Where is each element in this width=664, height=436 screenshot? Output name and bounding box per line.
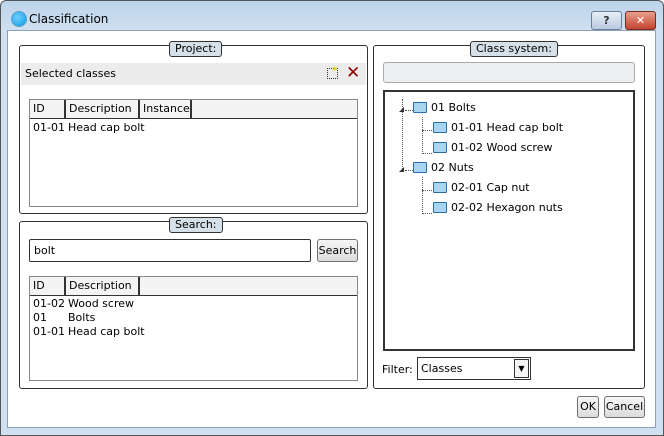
folder-icon (433, 122, 447, 133)
help-button[interactable]: ? (591, 11, 622, 30)
node-label: 02-02 Hexagon nuts (451, 201, 563, 214)
new-class-icon[interactable]: ✶ (327, 65, 339, 79)
tree-node-01-01[interactable]: 01-01 Head cap bolt (433, 120, 563, 136)
cell-description: Wood screw (68, 297, 134, 310)
column-header-id[interactable]: ID (30, 277, 66, 296)
delete-icon[interactable]: ✕ (346, 63, 360, 83)
folder-icon (433, 182, 447, 193)
class-system-group: Class system: 01 Bolts 01-01 Head cap bo… (373, 41, 645, 389)
cell-description: Head cap bolt (68, 325, 145, 338)
folder-icon (433, 202, 447, 213)
tree-node-01-bolts[interactable]: 01 Bolts (413, 100, 476, 116)
node-label: 01 Bolts (431, 101, 476, 114)
folder-icon (413, 162, 427, 173)
cell-id: 01-02 (33, 297, 65, 310)
chevron-down-icon[interactable]: ▼ (514, 359, 529, 378)
cancel-button[interactable]: Cancel (604, 396, 645, 418)
cell-id: 01 (33, 311, 47, 324)
app-icon (11, 11, 27, 27)
class-system-label: Class system: (470, 41, 558, 57)
project-label: Project: (169, 41, 223, 57)
filter-select[interactable]: Classes ▼ (417, 357, 531, 380)
folder-icon (413, 102, 427, 113)
tree-node-02-nuts[interactable]: 02 Nuts (413, 160, 474, 176)
tree-node-01-02[interactable]: 01-02 Wood screw (433, 140, 552, 156)
tree-node-02-01[interactable]: 02-01 Cap nut (433, 180, 530, 196)
project-group: Project: Selected classes ✶ ✕ ID Descrip… (19, 41, 368, 214)
class-path-field (383, 62, 635, 83)
ok-button[interactable]: OK (577, 396, 599, 418)
column-header-instance[interactable]: Instance (140, 100, 192, 119)
selected-classes-bar: Selected classes ✶ ✕ (21, 63, 366, 85)
search-results-table: ID Description 01-02 Wood screw 01 Bolts 0… (29, 276, 358, 381)
search-button[interactable]: Search (317, 239, 358, 262)
folder-icon (433, 142, 447, 153)
filter-label: Filter: (382, 363, 413, 376)
search-label: Search: (169, 217, 223, 233)
column-header-description[interactable]: Description (66, 100, 140, 119)
search-input[interactable]: bolt (29, 239, 311, 262)
tree-node-02-02[interactable]: 02-02 Hexagon nuts (433, 200, 563, 216)
node-label: 01-01 Head cap bolt (451, 121, 564, 134)
table-header: ID Description Instance (30, 100, 357, 119)
table-header: ID Description (30, 277, 357, 296)
node-label: 01-02 Wood screw (451, 141, 553, 154)
close-button[interactable]: ✕ (625, 11, 656, 30)
cell-id: 01-01 (33, 325, 65, 338)
node-label: 02-01 Cap nut (451, 181, 530, 194)
selected-classes-table: ID Description Instance 01-01 Head cap b… (29, 99, 358, 207)
cell-description: Head cap bolt (68, 121, 145, 134)
column-header-description[interactable]: Description (66, 277, 140, 296)
node-label: 02 Nuts (431, 161, 474, 174)
window-title: Classification (29, 12, 109, 26)
cell-description: Bolts (68, 311, 96, 324)
filter-value: Classes (421, 362, 463, 375)
selected-classes-label: Selected classes (25, 67, 116, 80)
search-group: Search: bolt Search ID Description 01-02… (19, 217, 368, 389)
cell-id: 01-01 (33, 121, 65, 134)
column-header-id[interactable]: ID (30, 100, 66, 119)
class-tree[interactable]: 01 Bolts 01-01 Head cap bolt 01-02 Wood … (383, 90, 635, 351)
